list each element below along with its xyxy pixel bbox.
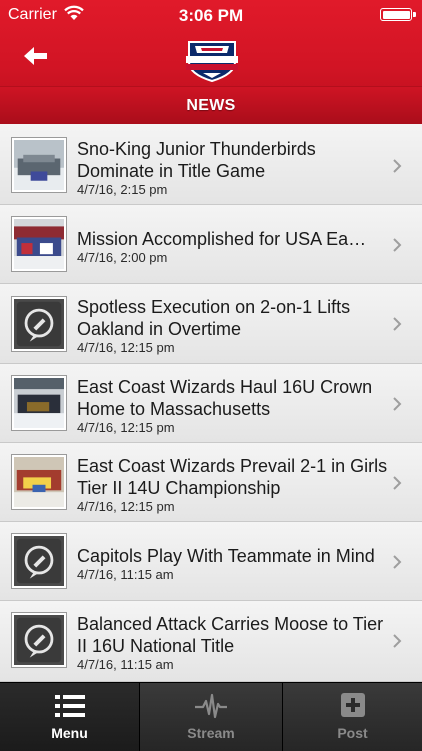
back-arrow-icon[interactable] [20,42,52,70]
quote-icon [14,299,64,349]
tab-stream-label: Stream [187,725,235,741]
app-header: Carrier 3:06 PM NEWS [0,0,422,125]
chevron-right-icon [393,397,402,411]
quote-icon [14,536,64,586]
news-title: Mission Accomplished for USA Ea… [77,229,367,249]
news-item[interactable]: Sno-King Junior Thunderbirds Dominate in… [0,124,422,205]
tab-menu[interactable]: Menu [0,683,140,751]
tab-post[interactable]: Post [283,683,422,751]
team-photo-thumbnail [14,378,64,428]
news-thumbnail [12,613,66,667]
battery-icon [380,8,416,21]
news-thumbnail [12,297,66,351]
chevron-right-icon [393,476,402,490]
news-date: 4/7/16, 11:15 am [77,657,174,672]
news-item[interactable]: East Coast Wizards Prevail 2-1 in Girls … [0,443,422,522]
news-date: 4/7/16, 12:15 pm [77,499,175,514]
chevron-right-icon [393,634,402,648]
news-title: East Coast Wizards Haul 16U Crown Home t… [77,377,373,419]
quote-icon [14,615,64,665]
section-bar: NEWS [0,86,422,125]
page-title: NEWS [186,97,236,114]
news-item[interactable]: Spotless Execution on 2-on-1 Lifts Oakla… [0,284,422,364]
national-championships-logo [186,41,238,82]
chevron-right-icon [393,159,402,173]
team-photo-thumbnail [14,219,64,269]
news-thumbnail [12,534,66,588]
news-item[interactable]: East Coast Wizards Haul 16U Crown Home t… [0,364,422,443]
menu-icon [54,695,85,717]
chevron-right-icon [393,555,402,569]
news-thumbnail [12,217,66,271]
news-date: 4/7/16, 12:15 pm [77,420,175,435]
news-date: 4/7/16, 2:00 pm [77,250,168,265]
news-title: East Coast Wizards Prevail 2-1 in Girls … [77,456,388,498]
news-title: Sno-King Junior Thunderbirds Dominate in… [77,139,316,181]
news-item[interactable]: Capitols Play With Teammate in Mind 4/7/… [0,522,422,601]
status-bar: Carrier 3:06 PM [0,0,422,30]
news-date: 4/7/16, 11:15 am [77,567,174,582]
tab-bar: Menu Stream Post [0,682,422,751]
plus-icon [340,693,365,717]
news-title: Balanced Attack Carries Moose to Tier II… [77,614,384,656]
news-title: Spotless Execution on 2-on-1 Lifts Oakla… [77,297,351,339]
news-thumbnail [12,138,66,192]
news-list: Sno-King Junior Thunderbirds Dominate in… [0,124,422,682]
news-thumbnail [12,455,66,509]
news-date: 4/7/16, 2:15 pm [77,182,168,197]
news-item[interactable]: Mission Accomplished for USA Ea… 4/7/16,… [0,205,422,284]
status-time: 3:06 PM [178,6,244,25]
news-title: Capitols Play With Teammate in Mind [77,546,375,566]
tab-post-label: Post [337,725,368,741]
waveform-icon [195,693,227,719]
tab-stream[interactable]: Stream [140,683,283,751]
news-thumbnail [12,376,66,430]
chevron-right-icon [393,238,402,252]
news-date: 4/7/16, 12:15 pm [77,340,175,355]
chevron-right-icon [393,317,402,331]
team-photo-thumbnail [14,457,64,507]
news-item[interactable]: Balanced Attack Carries Moose to Tier II… [0,601,422,682]
team-photo-thumbnail [14,140,64,190]
tab-menu-label: Menu [51,725,88,741]
